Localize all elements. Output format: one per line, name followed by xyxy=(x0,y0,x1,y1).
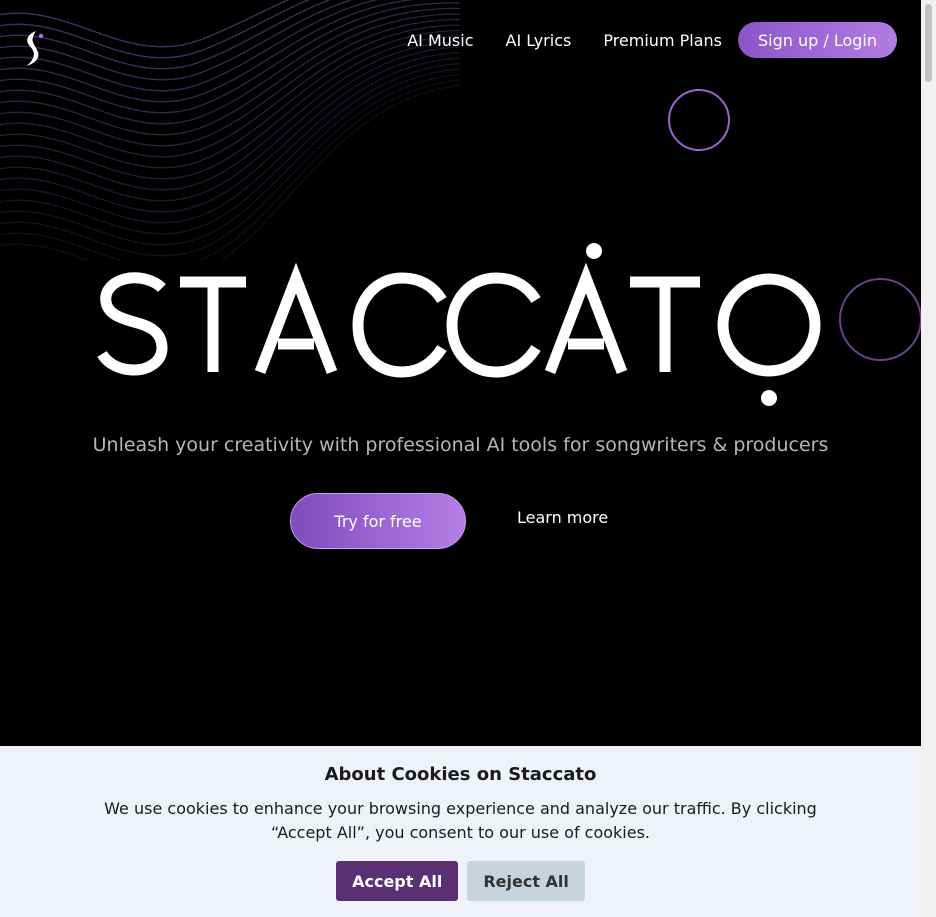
top-nav: AI Music AI Lyrics Premium Plans Sign up… xyxy=(407,22,897,58)
accept-all-button[interactable]: Accept All xyxy=(336,861,459,901)
cookie-text: We use cookies to enhance your browsing … xyxy=(104,799,817,842)
decorative-ring xyxy=(839,278,921,361)
cookie-title: About Cookies on Staccato xyxy=(324,764,597,785)
scrollbar-thumb[interactable] xyxy=(925,4,932,82)
try-for-free-button[interactable]: Try for free xyxy=(290,493,466,549)
landing-page: AI Music AI Lyrics Premium Plans Sign up… xyxy=(0,0,921,917)
staccato-wordmark xyxy=(97,243,821,406)
learn-more-link[interactable]: Learn more xyxy=(517,508,608,527)
reject-all-button[interactable]: Reject All xyxy=(467,861,585,901)
nav-premium-plans[interactable]: Premium Plans xyxy=(603,31,722,50)
decorative-ring xyxy=(668,89,730,151)
vertical-scrollbar[interactable] xyxy=(921,0,936,917)
nav-ai-music[interactable]: AI Music xyxy=(407,31,473,50)
staccato-logo-icon[interactable] xyxy=(20,28,48,68)
cookie-button-row: Accept All Reject All xyxy=(0,861,921,901)
signup-login-button[interactable]: Sign up / Login xyxy=(737,22,897,58)
cookie-banner: About Cookies on Staccato We use cookies… xyxy=(0,746,921,917)
wave-lines-decoration xyxy=(0,0,460,260)
hero-tagline: Unleash your creativity with professiona… xyxy=(92,434,829,456)
nav-ai-lyrics[interactable]: AI Lyrics xyxy=(506,31,572,50)
